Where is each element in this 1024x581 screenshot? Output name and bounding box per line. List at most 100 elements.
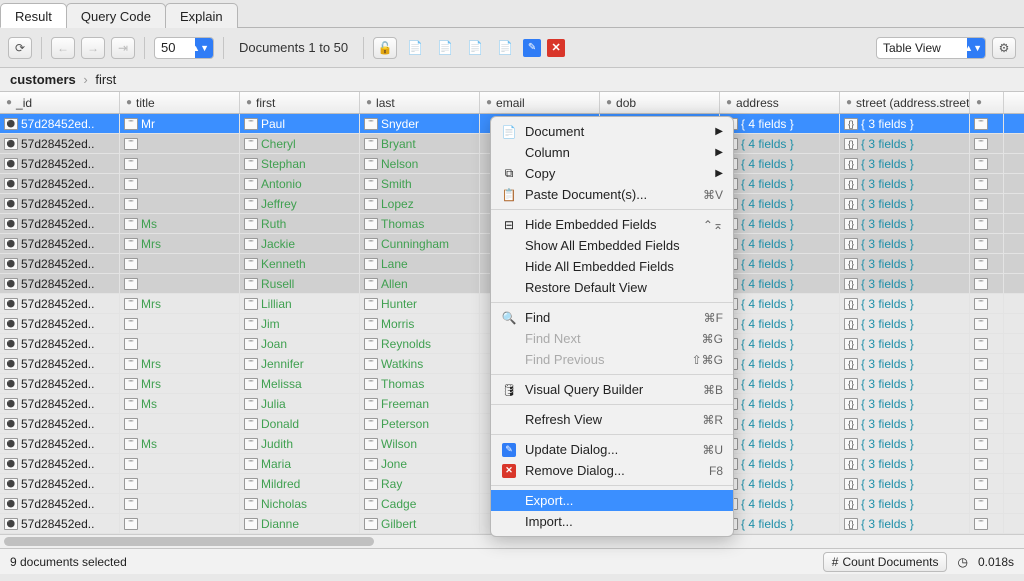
cell[interactable]: ""Melissa	[240, 374, 360, 393]
cell[interactable]: ""Cunningham	[360, 234, 480, 253]
cell[interactable]: ""Jeffrey	[240, 194, 360, 213]
cell[interactable]: ""	[120, 194, 240, 213]
menu-remove-dialog[interactable]: ✕ Remove Dialog... F8	[491, 460, 733, 481]
cell-object[interactable]: {}{ 3 fields }	[840, 274, 970, 293]
cell[interactable]: ""Ruth	[240, 214, 360, 233]
cell[interactable]: ""	[120, 474, 240, 493]
cell[interactable]: ""Thomas	[360, 214, 480, 233]
cell-object[interactable]: {}{ 3 fields }	[840, 414, 970, 433]
cell-object[interactable]: {}{ 3 fields }	[840, 234, 970, 253]
cell-overflow[interactable]: ""	[970, 514, 1004, 533]
cell-object[interactable]: {}{ 4 fields }	[720, 194, 840, 213]
cell-object[interactable]: {}{ 3 fields }	[840, 354, 970, 373]
cell[interactable]: ""Thomas	[360, 374, 480, 393]
cell-overflow[interactable]: ""	[970, 334, 1004, 353]
cell-object[interactable]: {}{ 4 fields }	[720, 314, 840, 333]
scrollbar-thumb[interactable]	[4, 537, 374, 546]
cell-id[interactable]: ⚫57d28452ed..	[0, 114, 120, 133]
cell-id[interactable]: ⚫57d28452ed..	[0, 234, 120, 253]
cell-id[interactable]: ⚫57d28452ed..	[0, 214, 120, 233]
refresh-button[interactable]: ⟳	[8, 37, 32, 59]
cell[interactable]: ""	[120, 154, 240, 173]
cell[interactable]: ""Mrs	[120, 234, 240, 253]
cell[interactable]: ""	[120, 494, 240, 513]
menu-update-dialog[interactable]: ✎ Update Dialog... ⌘U	[491, 439, 733, 460]
nav-prev-button[interactable]: ←	[51, 37, 75, 59]
col-address[interactable]: ●address	[720, 92, 840, 113]
cell[interactable]: ""Jackie	[240, 234, 360, 253]
cell[interactable]: ""Julia	[240, 394, 360, 413]
cell-object[interactable]: {}{ 3 fields }	[840, 434, 970, 453]
cell-object[interactable]: {}{ 3 fields }	[840, 254, 970, 273]
menu-copy[interactable]: ⧉ Copy ▶	[491, 163, 733, 184]
cell[interactable]: ""	[120, 414, 240, 433]
cell[interactable]: ""Mildred	[240, 474, 360, 493]
remove-dialog-button[interactable]: ✕	[547, 39, 565, 57]
cell[interactable]: ""Paul	[240, 114, 360, 133]
menu-hide-embedded[interactable]: ⊟ Hide Embedded Fields ⌃⌅	[491, 214, 733, 235]
cell-id[interactable]: ⚫57d28452ed..	[0, 254, 120, 273]
menu-hide-all-embedded[interactable]: Hide All Embedded Fields	[491, 256, 733, 277]
cell-object[interactable]: {}{ 4 fields }	[720, 354, 840, 373]
cell[interactable]: ""	[120, 134, 240, 153]
page-size-select[interactable]: 50 ▲▼	[154, 37, 214, 59]
cell-id[interactable]: ⚫57d28452ed..	[0, 314, 120, 333]
cell[interactable]: ""Ms	[120, 214, 240, 233]
cell[interactable]: ""Wilson	[360, 434, 480, 453]
col-dob[interactable]: ●dob	[600, 92, 720, 113]
cell[interactable]: ""Ray	[360, 474, 480, 493]
cell[interactable]: ""	[120, 274, 240, 293]
cell[interactable]: ""Reynolds	[360, 334, 480, 353]
cell[interactable]: ""Jone	[360, 454, 480, 473]
cell-overflow[interactable]: ""	[970, 454, 1004, 473]
cell[interactable]: ""Antonio	[240, 174, 360, 193]
cell-overflow[interactable]: ""	[970, 114, 1004, 133]
cell[interactable]: ""Nicholas	[240, 494, 360, 513]
cell[interactable]: ""Lane	[360, 254, 480, 273]
cell[interactable]: ""Bryant	[360, 134, 480, 153]
cell-overflow[interactable]: ""	[970, 354, 1004, 373]
cell-id[interactable]: ⚫57d28452ed..	[0, 274, 120, 293]
cell-overflow[interactable]: ""	[970, 154, 1004, 173]
cell[interactable]: ""Judith	[240, 434, 360, 453]
cell-overflow[interactable]: ""	[970, 394, 1004, 413]
tab-result[interactable]: Result	[0, 3, 67, 28]
cell-id[interactable]: ⚫57d28452ed..	[0, 154, 120, 173]
col-street[interactable]: ●street (address.street)	[840, 92, 970, 113]
cell-overflow[interactable]: ""	[970, 174, 1004, 193]
cell[interactable]: ""Stephan	[240, 154, 360, 173]
col-email[interactable]: ●email	[480, 92, 600, 113]
cell[interactable]: ""Mrs	[120, 294, 240, 313]
cell-object[interactable]: {}{ 4 fields }	[720, 274, 840, 293]
cell[interactable]: ""Snyder	[360, 114, 480, 133]
col-first[interactable]: ●first	[240, 92, 360, 113]
cell-id[interactable]: ⚫57d28452ed..	[0, 454, 120, 473]
cell[interactable]: ""Watkins	[360, 354, 480, 373]
cell[interactable]: ""Mrs	[120, 374, 240, 393]
menu-column[interactable]: Column ▶	[491, 142, 733, 163]
lock-button[interactable]: 🔓	[373, 37, 397, 59]
cell-id[interactable]: ⚫57d28452ed..	[0, 394, 120, 413]
cell-object[interactable]: {}{ 4 fields }	[720, 474, 840, 493]
cell[interactable]: ""	[120, 254, 240, 273]
cell-object[interactable]: {}{ 4 fields }	[720, 294, 840, 313]
cell-id[interactable]: ⚫57d28452ed..	[0, 134, 120, 153]
cell[interactable]: ""Mrs	[120, 354, 240, 373]
cell[interactable]: ""Cadge	[360, 494, 480, 513]
col-overflow[interactable]: ●	[970, 92, 1004, 113]
menu-visual-query-builder[interactable]: 🛢 Visual Query Builder ⌘B	[491, 379, 733, 400]
cell-id[interactable]: ⚫57d28452ed..	[0, 334, 120, 353]
cell-overflow[interactable]: ""	[970, 254, 1004, 273]
breadcrumb-root[interactable]: customers	[10, 72, 76, 87]
cell-overflow[interactable]: ""	[970, 194, 1004, 213]
cell[interactable]: ""	[120, 314, 240, 333]
cell[interactable]: ""	[120, 174, 240, 193]
cell[interactable]: ""Dianne	[240, 514, 360, 533]
cell-object[interactable]: {}{ 3 fields }	[840, 314, 970, 333]
cell[interactable]: ""Peterson	[360, 414, 480, 433]
cell-object[interactable]: {}{ 3 fields }	[840, 474, 970, 493]
cell[interactable]: ""Allen	[360, 274, 480, 293]
cell[interactable]: ""	[120, 454, 240, 473]
cell[interactable]: ""Jennifer	[240, 354, 360, 373]
cell[interactable]: ""Maria	[240, 454, 360, 473]
